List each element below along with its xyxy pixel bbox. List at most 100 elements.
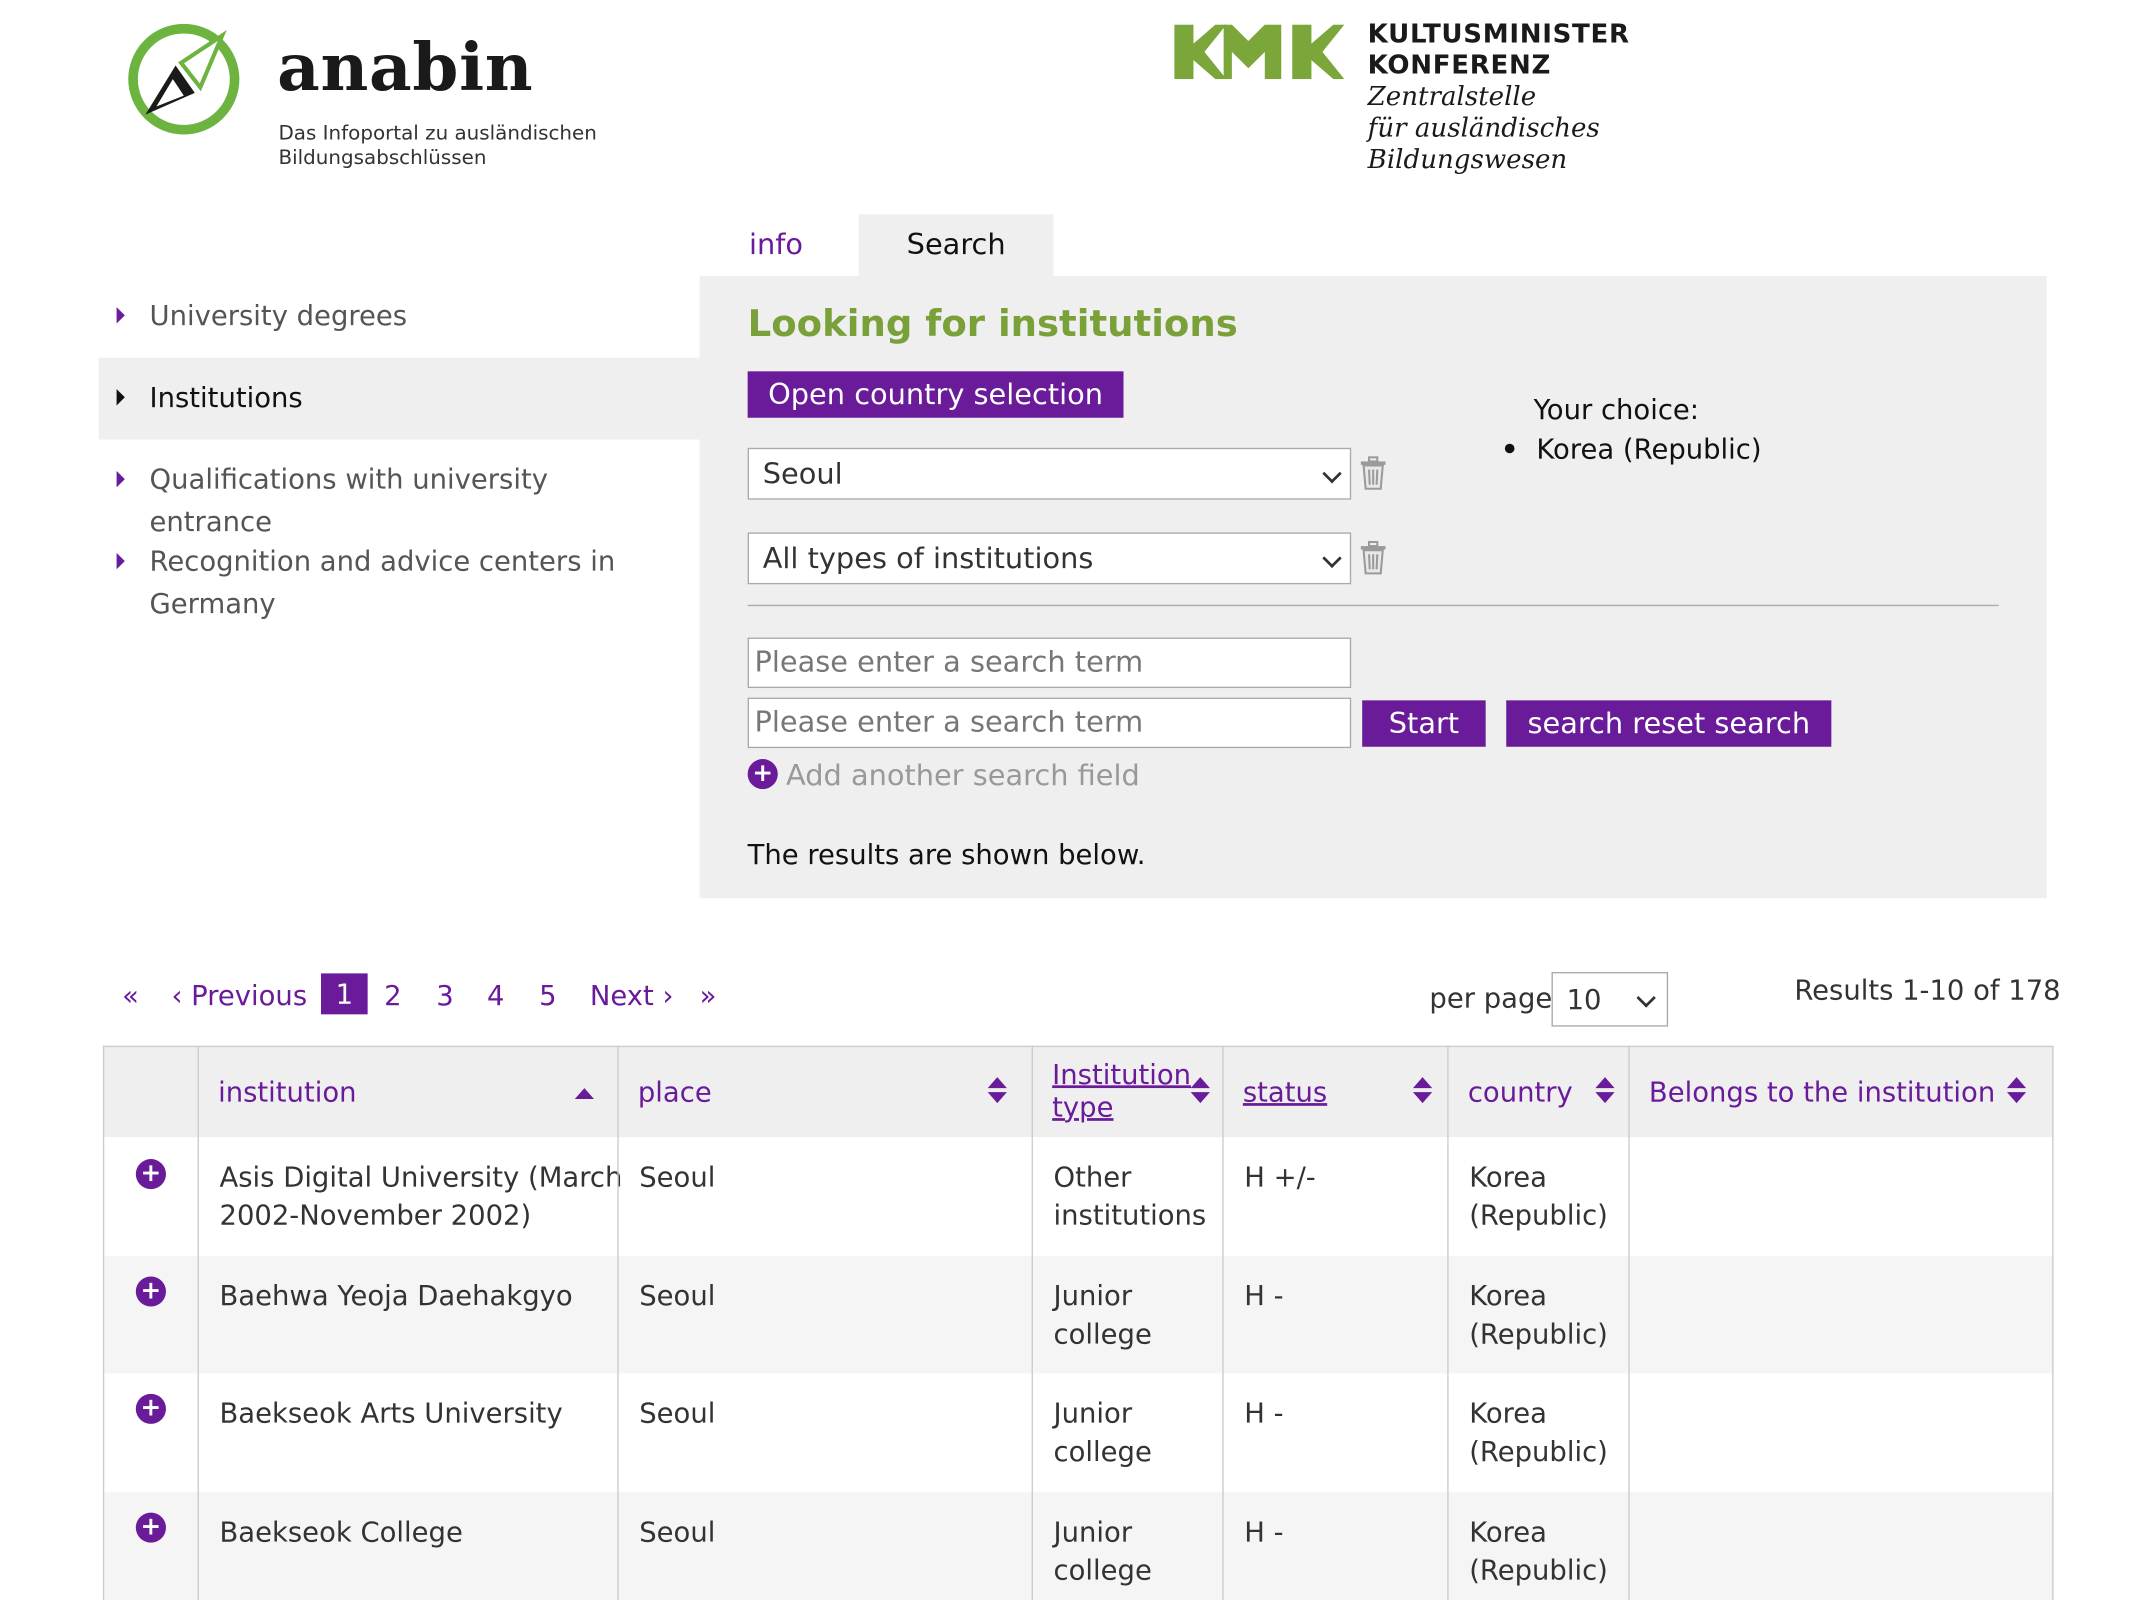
header-place[interactable]: place xyxy=(617,1047,1031,1137)
cell-place: Seoul xyxy=(639,1279,716,1312)
start-button[interactable]: Start xyxy=(1362,700,1486,747)
kmk-line-4: für ausländisches xyxy=(1367,113,1600,144)
kmk-line-5: Bildungswesen xyxy=(1367,144,1568,175)
header-status-label: status xyxy=(1242,1075,1328,1109)
cell-type-line-1: Junior xyxy=(1053,1279,1133,1312)
pagination-page-3[interactable]: 3 xyxy=(436,977,453,1012)
results-note: The results are shown below. xyxy=(747,838,1146,871)
expand-row-icon[interactable]: + xyxy=(135,1393,166,1424)
divider xyxy=(747,604,1999,607)
institution-type-select-value: All types of institutions xyxy=(762,541,1094,575)
reset-search-button[interactable]: search reset search xyxy=(1506,700,1832,747)
kmk-logo-icon[interactable] xyxy=(1174,24,1345,80)
header-country[interactable]: country xyxy=(1447,1047,1628,1137)
expand-row-icon[interactable]: + xyxy=(135,1159,166,1190)
column-divider xyxy=(1222,1045,1224,1600)
column-divider xyxy=(1031,1045,1033,1600)
cell-type-line-2: college xyxy=(1053,1434,1152,1468)
pagination-last[interactable]: » xyxy=(700,977,717,1012)
header-institution-label: institution xyxy=(218,1075,357,1109)
pagination-next[interactable]: Next › xyxy=(590,977,674,1012)
table-row: + Baekseok Arts University Seoul Junior c… xyxy=(103,1373,2054,1492)
column-divider xyxy=(197,1045,199,1600)
plus-circle-icon: + xyxy=(747,759,778,790)
column-divider xyxy=(2052,1045,2054,1600)
expand-row-icon[interactable]: + xyxy=(135,1512,166,1543)
cell-status: H - xyxy=(1244,1279,1284,1312)
cell-institution[interactable]: Baekseok College xyxy=(219,1513,462,1551)
per-page-select[interactable]: 10 xyxy=(1551,972,1669,1027)
expand-row-icon[interactable]: + xyxy=(135,1276,166,1307)
cell-institution[interactable]: Baehwa Yeoja Daehakgyo xyxy=(219,1276,572,1314)
header-institution-type-line-1: Institution xyxy=(1052,1058,1192,1091)
city-select-value: Seoul xyxy=(762,457,843,491)
sidebar-item-recognition-centers[interactable]: Recognition and advice centers in German… xyxy=(99,541,700,637)
cell-status: H +/- xyxy=(1244,1160,1316,1194)
header-institution[interactable]: institution xyxy=(198,1047,618,1137)
anabin-logo-icon[interactable] xyxy=(126,22,241,137)
tab-search[interactable]: Search xyxy=(858,214,1054,276)
pagination-page-5[interactable]: 5 xyxy=(539,977,556,1012)
cell-country: Korea (Republic) xyxy=(1469,1158,1608,1234)
pagination-previous[interactable]: ‹ Previous xyxy=(171,977,307,1012)
per-page-label: per page xyxy=(1429,981,1553,1015)
sidebar-item-label: Recognition and advice centers in German… xyxy=(149,544,616,620)
trash-icon[interactable] xyxy=(1358,540,1388,576)
cell-type-line-1: Other xyxy=(1053,1160,1132,1194)
table-row: + Baekseok College Seoul Junior college H… xyxy=(102,1492,2054,1600)
header-status[interactable]: status xyxy=(1222,1047,1447,1137)
choice-item-label: Korea (Republic) xyxy=(1536,432,1762,466)
chevron-down-icon xyxy=(1322,464,1342,484)
cell-institution-line-1: Baekseok Arts University xyxy=(219,1396,563,1430)
pagination-page-4[interactable]: 4 xyxy=(487,977,504,1012)
cell-country-line-2: (Republic) xyxy=(1469,1553,1608,1587)
cell-country-line-1: Korea xyxy=(1469,1160,1547,1194)
pagination-page-current[interactable]: 1 xyxy=(321,973,368,1015)
search-term-input-2[interactable]: Please enter a search term xyxy=(747,697,1352,749)
cell-institution[interactable]: Asis Digital University (March 2002-Novem… xyxy=(219,1158,622,1234)
trash-icon[interactable] xyxy=(1358,456,1388,491)
cell-type-line-2: college xyxy=(1053,1553,1152,1587)
tab-info[interactable]: info xyxy=(749,214,803,275)
cell-institution-line-1: Asis Digital University (March xyxy=(219,1160,623,1194)
header-institution-type[interactable]: Institution type xyxy=(1032,1047,1223,1137)
cell-institution-line-2: 2002-November 2002) xyxy=(219,1198,532,1232)
search-term-input-1[interactable]: Please enter a search term xyxy=(747,637,1352,689)
add-search-field-link[interactable]: + Add another search field xyxy=(747,759,1140,792)
per-page-value: 10 xyxy=(1566,982,1602,1016)
sidebar-item-qualifications[interactable]: Qualifications with university entrance xyxy=(99,459,700,538)
table-row: + Asis Digital University (March 2002-Nov… xyxy=(103,1136,2054,1256)
chevron-right-icon xyxy=(116,389,125,406)
institution-type-select[interactable]: All types of institutions xyxy=(747,532,1352,585)
search-term-placeholder: Please enter a search term xyxy=(754,645,1144,679)
cell-institution-type: Junior college xyxy=(1054,1276,1152,1352)
cell-country: Korea (Republic) xyxy=(1469,1276,1608,1352)
cell-place: Seoul xyxy=(639,1515,716,1549)
header-country-label: country xyxy=(1467,1075,1573,1109)
sidebar-item-institutions[interactable]: Institutions xyxy=(98,357,700,440)
pagination-first[interactable]: « xyxy=(122,977,139,1012)
table-row: + Baehwa Yeoja Daehakgyo Seoul Junior col… xyxy=(102,1255,2054,1374)
cell-institution[interactable]: Baekseok Arts University xyxy=(219,1394,562,1432)
results-count: Results 1-10 of 178 xyxy=(1794,973,2061,1007)
header-expand-column xyxy=(103,1047,198,1137)
column-divider xyxy=(1628,1045,1630,1600)
chevron-down-icon xyxy=(1636,988,1656,1008)
cell-country: Korea (Republic) xyxy=(1469,1394,1608,1470)
header-belongs-to[interactable]: Belongs to the institution xyxy=(1628,1047,2053,1137)
city-select[interactable]: Seoul xyxy=(747,447,1352,500)
column-divider xyxy=(617,1045,619,1600)
brand-name[interactable]: anabin xyxy=(277,35,533,101)
sidebar-item-university-degrees[interactable]: University degrees xyxy=(99,295,700,350)
cell-institution-type: Junior college xyxy=(1054,1513,1152,1589)
cell-country-line-1: Korea xyxy=(1469,1279,1547,1312)
open-country-selection-button[interactable]: Open country selection xyxy=(747,371,1124,418)
cell-type-line-2: institutions xyxy=(1053,1198,1207,1232)
page-title: Looking for institutions xyxy=(747,303,1238,346)
cell-type-line-1: Junior xyxy=(1053,1396,1133,1430)
cell-place: Seoul xyxy=(639,1396,716,1430)
chevron-right-icon xyxy=(116,552,125,570)
header-institution-type-label: Institution type xyxy=(1052,1058,1191,1124)
pagination-page-2[interactable]: 2 xyxy=(384,977,401,1012)
cell-country-line-2: (Republic) xyxy=(1469,1198,1608,1232)
